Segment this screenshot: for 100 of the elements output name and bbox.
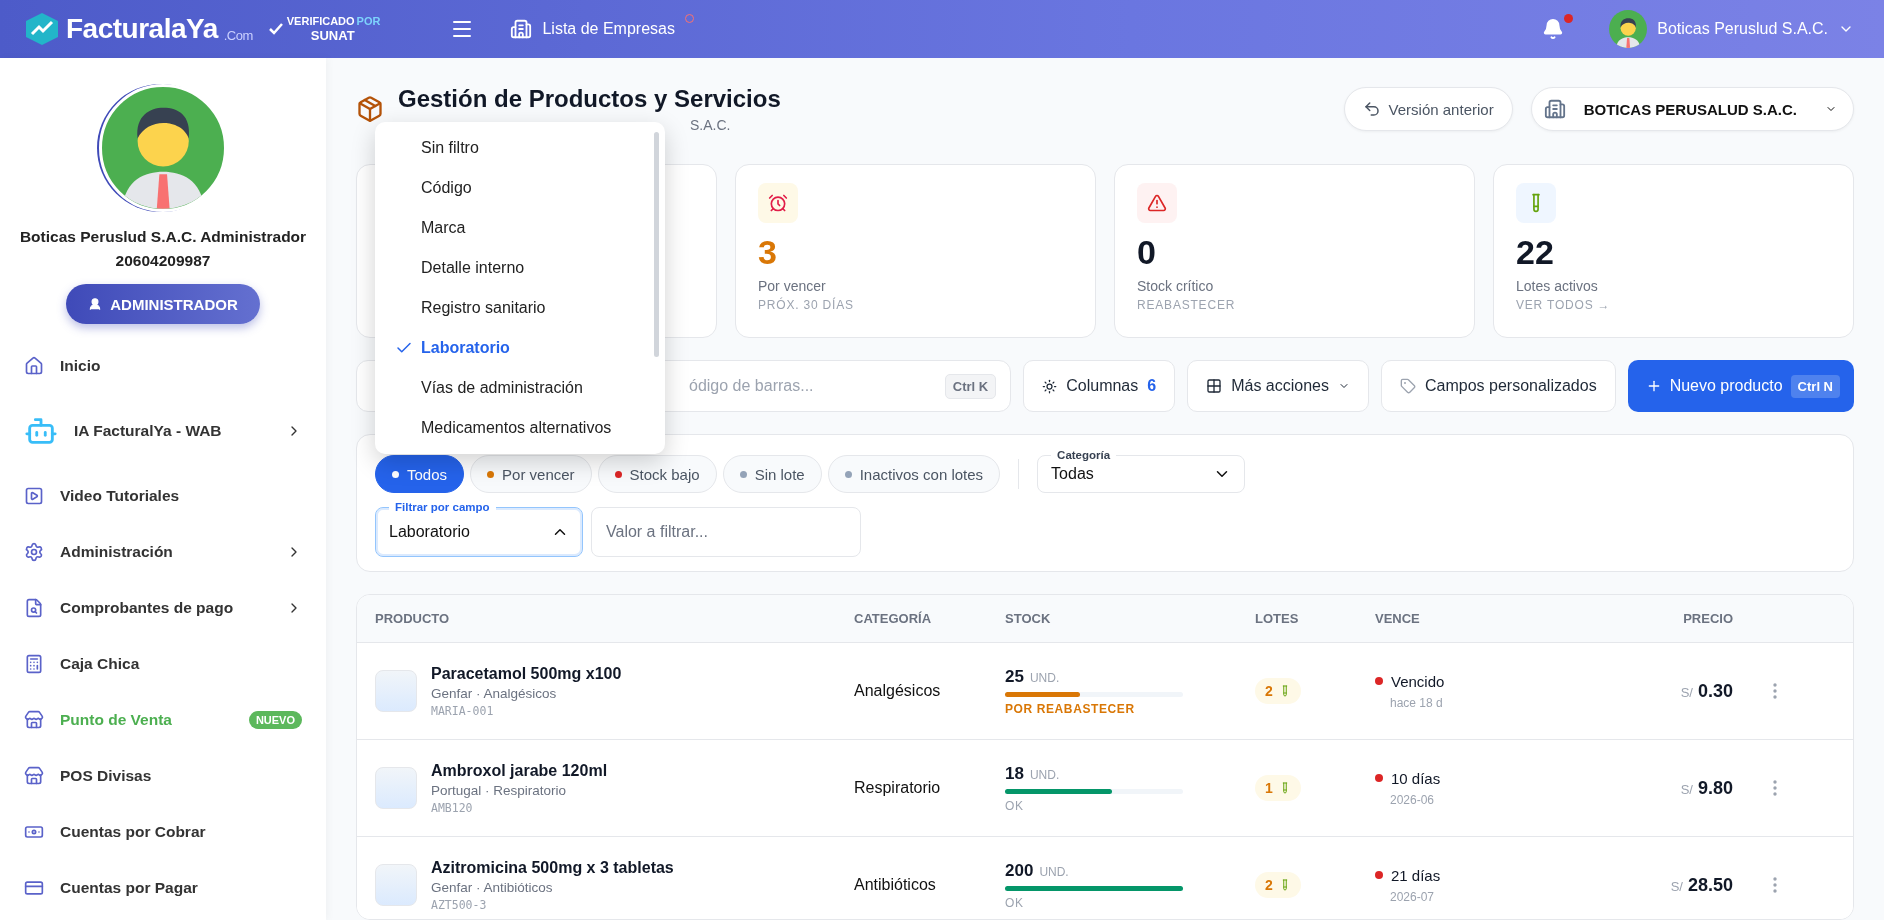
sidebar-item[interactable]: Cuentas por Pagar [0, 860, 326, 916]
expiry-note: 2026-06 [1390, 792, 1436, 807]
new-badge: NUEVO [248, 711, 302, 729]
sidebar-item[interactable]: Video Tutoriales [0, 468, 326, 524]
dropdown-option[interactable]: Laboratorio [375, 328, 665, 368]
new-product-button[interactable]: Nuevo producto Ctrl N [1627, 360, 1854, 412]
stock-quantity: 18 UND. [1005, 763, 1061, 784]
filter-chip[interactable]: Sin lote [722, 455, 822, 493]
stat-note: VER TODOS → [1516, 298, 1612, 312]
table-cell-text: Antibióticos [854, 876, 937, 894]
stat-note: REABASTECER [1137, 298, 1237, 312]
stat-value: 3 [758, 233, 778, 272]
grid-icon [1206, 378, 1223, 394]
stock-status: POR REABASTECER [1005, 701, 1136, 716]
search-field[interactable]: ódigo de barras... [687, 376, 945, 396]
expiry-status: Vencido [1375, 672, 1643, 690]
stat-note: PRÓX. 30 DÍAS [758, 298, 855, 312]
package-icon [356, 95, 384, 123]
filter-field-select[interactable]: Filtrar por campo Laboratorio [375, 499, 583, 557]
more-icon [1773, 877, 1777, 893]
table-cell-text: Respiratorio [854, 779, 942, 797]
warning-icon [1137, 183, 1177, 223]
category-select[interactable]: Categoría Todas [1037, 447, 1246, 493]
filter-chip[interactable]: Por vencer [470, 455, 592, 493]
stock-status: OK [1005, 895, 1025, 910]
dropdown-option[interactable]: Marca [375, 208, 665, 248]
stock-quantity: 25 UND. [1005, 666, 1061, 687]
dropdown-option[interactable]: Vías de administración [375, 368, 665, 408]
home-icon [24, 356, 44, 376]
product-code: AMB120 [431, 800, 474, 815]
play-icon [24, 486, 44, 506]
app-logo[interactable]: FacturalaYa .Com [24, 12, 253, 46]
price: S/ 0.30 [1679, 680, 1734, 702]
stat-label: Lotes activos [1516, 278, 1599, 294]
company-selector[interactable]: BOTICAS PERUSALUD S.A.C. [1530, 87, 1854, 131]
expiry-note: 2026-07 [1390, 889, 1436, 904]
alarm-clock-icon [758, 183, 798, 223]
verified-label: VERIFICADO POR SUNAT [286, 14, 381, 44]
lot-count-badge: 1 [1255, 775, 1301, 801]
stat-value: 0 [1137, 233, 1157, 272]
companies-link[interactable]: Lista de Empresas [510, 18, 694, 40]
column-header: LOTES [1255, 611, 1300, 626]
more-icon [1773, 780, 1777, 796]
photo-placeholder [375, 670, 417, 712]
expiry-note: hace 18 d [1390, 695, 1444, 710]
product-code: AZT500-3 [431, 897, 488, 912]
column-header: PRODUCTO [375, 611, 451, 626]
dropdown-option[interactable]: Registro sanitario [375, 288, 665, 328]
filter-chip[interactable]: Inactivos con lotes [827, 455, 1001, 493]
sidebar-item[interactable]: POS Divisas [0, 748, 326, 804]
user-name: Boticas Peruslud S.A.C. Administrador [19, 228, 307, 246]
columns-button[interactable]: Columnas 6 [1023, 360, 1176, 412]
filter-value-input[interactable]: Valor a filtrar... [591, 507, 861, 557]
stock-quantity: 200 UND. [1005, 860, 1070, 881]
product-code: MARIA-001 [431, 703, 495, 718]
undo-arrow-icon [1362, 100, 1381, 118]
bell-icon [1542, 18, 1565, 40]
notification-dot [1564, 14, 1574, 23]
building-icon [1543, 98, 1566, 120]
user-ruc: 20604209987 [115, 252, 211, 270]
building-icon [510, 18, 533, 40]
expiry-status: 21 días [1375, 866, 1643, 884]
more-icon [1773, 683, 1777, 699]
product-name: Paracetamol 500mg x100 [431, 664, 622, 683]
tag-icon [1400, 378, 1416, 394]
custom-fields-button[interactable]: Campos personalizados [1381, 360, 1616, 412]
stat-label: Por vencer [758, 278, 827, 294]
user-icon [88, 297, 103, 311]
dropdown-option[interactable]: Código [375, 168, 665, 208]
sidebar-item[interactable]: Comprobantes de pago [0, 580, 326, 636]
column-header: STOCK [1005, 611, 1052, 626]
sidebar-item[interactable]: IA FacturalYa - WAB [0, 394, 326, 468]
lot-count-badge: 2 [1255, 872, 1301, 898]
sidebar-item[interactable]: Administración [0, 524, 326, 580]
filter-chip[interactable]: Stock bajo [597, 455, 717, 493]
product-meta: Portugal · Respiratorio [431, 782, 568, 798]
shortcut-hint: Ctrl K [944, 373, 997, 399]
sidebar-item[interactable]: Caja Chica [0, 636, 326, 692]
credit-card-icon [24, 878, 44, 898]
stat-value: 22 [1516, 233, 1555, 272]
product-meta: Genfar · Analgésicos [431, 685, 558, 701]
role-button[interactable]: ADMINISTRADOR [66, 284, 260, 324]
sidebar-item[interactable]: Cuentas por Cobrar [0, 804, 326, 860]
document-icon [24, 598, 44, 618]
dropdown-option[interactable]: Medicamentos alternativos [375, 408, 665, 448]
table-cell-text: Analgésicos [854, 682, 942, 700]
dropdown-option[interactable]: Detalle interno [375, 248, 665, 288]
store-icon [24, 766, 44, 786]
stock-status: OK [1005, 798, 1025, 813]
previous-version-button[interactable]: Versión anterior [1343, 87, 1513, 131]
test-tube-icon [1516, 183, 1556, 223]
more-actions-button[interactable]: Más acciones [1187, 360, 1369, 412]
column-header: VENCE [1375, 611, 1421, 626]
sidebar-item[interactable]: Inicio [0, 338, 326, 394]
column-header: PRECIO [1682, 611, 1734, 626]
filter-chip[interactable]: Todos [375, 455, 465, 493]
product-name: Ambroxol jarabe 120ml [431, 761, 608, 780]
photo-placeholder [375, 864, 417, 906]
page-subtitle: S.A.C. [690, 117, 731, 133]
dropdown-option[interactable]: Sin filtro [375, 128, 665, 168]
